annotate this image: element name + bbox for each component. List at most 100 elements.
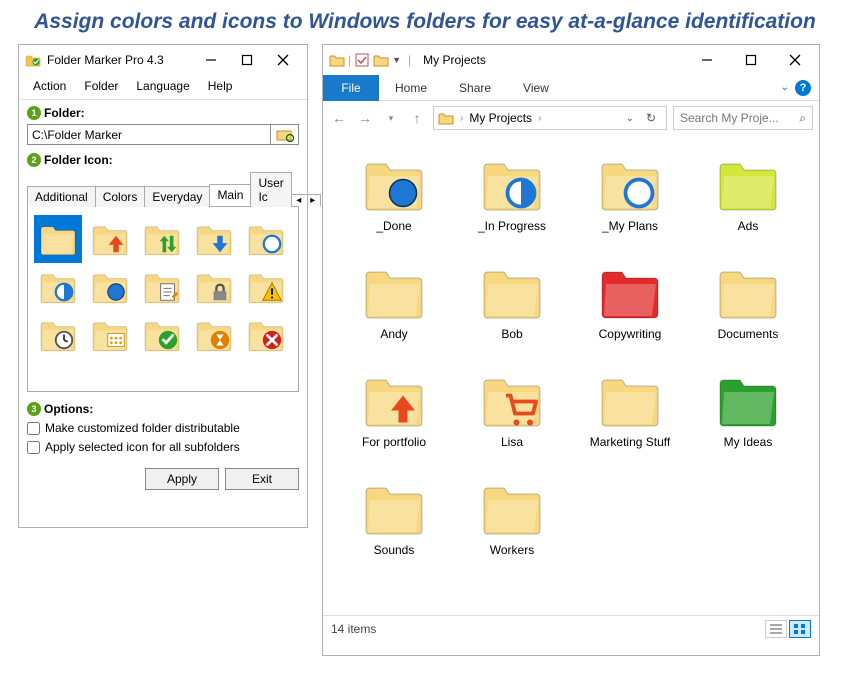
minimize-button[interactable]: [193, 48, 229, 72]
search-box[interactable]: Search My Proje... ⌕: [673, 106, 813, 130]
qat-sep2: |: [408, 53, 411, 67]
folder-icon: [359, 153, 429, 215]
icon-choice-1-4[interactable]: [242, 263, 290, 311]
option-distributable-label: Make customized folder distributable: [45, 421, 240, 435]
folder-label: For portfolio: [362, 435, 426, 449]
tab-additional[interactable]: Additional: [27, 186, 96, 207]
menu-language[interactable]: Language: [128, 77, 197, 95]
tab-scroll[interactable]: ◂ ▸: [291, 194, 321, 206]
ex-maximize-button[interactable]: [729, 47, 773, 73]
folder-item[interactable]: Marketing Stuff: [571, 369, 689, 477]
qat-chevron-icon[interactable]: ▼: [392, 55, 401, 65]
folder-label: Lisa: [501, 435, 523, 449]
ex-close-button[interactable]: [773, 47, 817, 73]
folder-grid: _Done _In Progress _My Plans Ads Andy Bo…: [323, 135, 819, 615]
ribbon-expand-icon[interactable]: ⌄: [781, 82, 789, 93]
overlay-arrow-updown-icon: [157, 233, 179, 255]
menu-folder[interactable]: Folder: [76, 77, 126, 95]
address-folder-icon: [438, 110, 454, 126]
folder-item[interactable]: _In Progress: [453, 153, 571, 261]
folder-item[interactable]: Andy: [335, 261, 453, 369]
folder-icon: [713, 369, 783, 431]
icon-section-label: 2 Folder Icon:: [27, 153, 299, 167]
nav-up-icon[interactable]: ↑: [407, 110, 427, 126]
folder-icon: [595, 369, 665, 431]
icon-choice-2-4[interactable]: [242, 311, 290, 359]
overlay-arrow-up-icon: [105, 233, 127, 255]
folder-item[interactable]: Workers: [453, 477, 571, 585]
option-distributable-checkbox[interactable]: [27, 422, 40, 435]
folder-icon: [477, 369, 547, 431]
tab-user[interactable]: User Ic: [250, 172, 291, 207]
icon-choice-1-1[interactable]: [86, 263, 134, 311]
icon-choice-0-4[interactable]: [242, 215, 290, 263]
exit-button[interactable]: Exit: [225, 468, 299, 490]
tab-scroll-right-icon[interactable]: ▸: [306, 195, 320, 206]
folder-label: Andy: [380, 327, 407, 341]
apply-button[interactable]: Apply: [145, 468, 219, 490]
overlay-circle-half-icon: [53, 281, 75, 303]
folder-path-input[interactable]: [27, 124, 271, 145]
ex-minimize-button[interactable]: [685, 47, 729, 73]
icon-choice-0-3[interactable]: [190, 215, 238, 263]
browse-button[interactable]: [271, 124, 299, 145]
close-button[interactable]: [265, 48, 301, 72]
folder-item[interactable]: _Done: [335, 153, 453, 261]
ribbon-file-tab[interactable]: File: [323, 75, 379, 101]
option-subfolders[interactable]: Apply selected icon for all subfolders: [27, 440, 299, 454]
fm-titlebar: Folder Marker Pro 4.3: [19, 45, 307, 75]
icon-choice-1-0[interactable]: [34, 263, 82, 311]
icon-choice-0-1[interactable]: [86, 215, 134, 263]
icon-choice-1-2[interactable]: [138, 263, 186, 311]
view-details-icon[interactable]: [765, 620, 787, 638]
ribbon-share-tab[interactable]: Share: [443, 81, 507, 95]
menu-action[interactable]: Action: [25, 77, 74, 95]
overlay-circle-full-icon: [385, 175, 421, 211]
icon-choice-2-1[interactable]: [86, 311, 134, 359]
tab-everyday[interactable]: Everyday: [144, 186, 210, 207]
fm-menubar: Action Folder Language Help: [19, 75, 307, 100]
folder-item[interactable]: For portfolio: [335, 369, 453, 477]
nav-back-icon[interactable]: ←: [329, 110, 349, 126]
help-icon[interactable]: ?: [795, 80, 811, 96]
address-bar[interactable]: › My Projects › ⌄ ↻: [433, 106, 667, 130]
folder-label: Ads: [738, 219, 759, 233]
icon-choice-0-2[interactable]: [138, 215, 186, 263]
option-subfolders-checkbox[interactable]: [27, 441, 40, 454]
icon-choice-2-0[interactable]: [34, 311, 82, 359]
nav-history-icon[interactable]: ▾: [381, 113, 401, 124]
folder-icon: [595, 153, 665, 215]
folder-item[interactable]: Ads: [689, 153, 807, 261]
folder-item[interactable]: _My Plans: [571, 153, 689, 261]
refresh-icon[interactable]: ↻: [640, 111, 662, 125]
properties-icon[interactable]: [354, 52, 370, 68]
view-icons-icon[interactable]: [789, 620, 811, 638]
folder-item[interactable]: Copywriting: [571, 261, 689, 369]
icon-choice-0-0[interactable]: [34, 215, 82, 263]
option-distributable[interactable]: Make customized folder distributable: [27, 421, 299, 435]
folder-item[interactable]: Bob: [453, 261, 571, 369]
folder-item[interactable]: Documents: [689, 261, 807, 369]
icon-choice-2-3[interactable]: [190, 311, 238, 359]
folder-item[interactable]: Lisa: [453, 369, 571, 477]
icon-choice-1-3[interactable]: [190, 263, 238, 311]
ribbon-view-tab[interactable]: View: [507, 81, 565, 95]
ribbon-home-tab[interactable]: Home: [379, 81, 443, 95]
folder-item[interactable]: My Ideas: [689, 369, 807, 477]
address-dropdown-icon[interactable]: ⌄: [626, 113, 634, 124]
menu-help[interactable]: Help: [200, 77, 241, 95]
search-placeholder: Search My Proje...: [680, 111, 779, 125]
breadcrumb[interactable]: My Projects: [469, 111, 532, 125]
tab-main[interactable]: Main: [209, 184, 251, 206]
folder-item[interactable]: Sounds: [335, 477, 453, 585]
folder-icon: [329, 52, 345, 68]
new-folder-icon[interactable]: [373, 52, 389, 68]
tab-colors[interactable]: Colors: [95, 186, 146, 207]
tab-scroll-left-icon[interactable]: ◂: [292, 195, 306, 206]
icon-choice-2-2[interactable]: [138, 311, 186, 359]
maximize-button[interactable]: [229, 48, 265, 72]
folder-icon: [359, 261, 429, 323]
headline: Assign colors and icons to Windows folde…: [0, 0, 850, 34]
nav-forward-icon[interactable]: →: [355, 110, 375, 126]
folder-label: Marketing Stuff: [590, 435, 670, 449]
